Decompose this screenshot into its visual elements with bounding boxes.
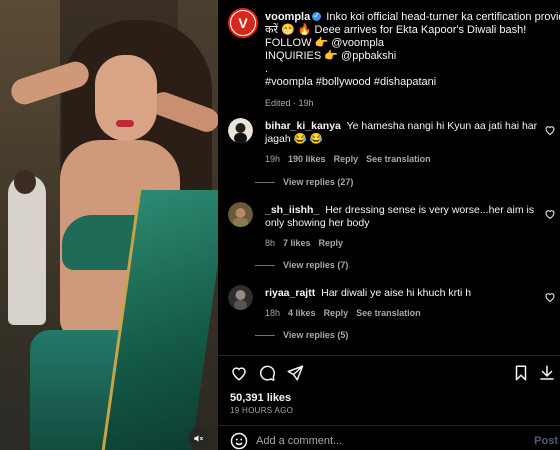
divider xyxy=(255,181,275,183)
media-figure xyxy=(116,120,134,127)
comment-time: 8h xyxy=(265,238,276,248)
heart-icon xyxy=(232,367,246,381)
share-button[interactable] xyxy=(284,362,306,384)
mute-button[interactable] xyxy=(188,428,208,448)
reply-button[interactable]: Reply xyxy=(324,307,349,320)
comment-likes[interactable]: 4 likes xyxy=(288,307,316,320)
bookmark-icon xyxy=(515,365,527,381)
heart-icon[interactable] xyxy=(544,291,556,303)
post-time[interactable]: 19 HOURS AGO xyxy=(230,406,293,415)
comment-username[interactable]: riyaa_rajtt xyxy=(265,287,315,299)
reply-button[interactable]: Reply xyxy=(334,153,359,166)
emoji-button[interactable] xyxy=(230,432,248,450)
post-panel: V voompla Inko koi official head-turner … xyxy=(218,0,560,450)
action-bar xyxy=(228,362,560,384)
edited-label: Edited · 19h xyxy=(265,98,314,108)
share-icon xyxy=(287,365,304,381)
view-replies-button[interactable]: View replies (27) xyxy=(255,177,353,187)
caption-line: FOLLOW 👉 @voompla xyxy=(265,37,385,49)
like-button[interactable] xyxy=(228,362,250,384)
comment-icon xyxy=(260,365,275,381)
view-replies-label: View replies (7) xyxy=(283,260,349,270)
caption-text: voompla Inko koi official head-turner ka… xyxy=(265,9,560,110)
add-comment-input[interactable] xyxy=(256,433,506,449)
verified-icon xyxy=(312,9,322,22)
mute-icon xyxy=(193,434,203,442)
avatar[interactable]: V xyxy=(228,8,258,38)
heart-icon[interactable] xyxy=(544,208,556,220)
caption-line: Inko koi official head-turner ka certifi… xyxy=(326,11,560,23)
avatar[interactable] xyxy=(228,118,253,143)
comments-scroll-area[interactable]: V voompla Inko koi official head-turner … xyxy=(218,0,560,355)
caption-line: INQUIRIES 👉 @ppbakshi xyxy=(265,50,397,62)
comment-body: _sh_iishh_ Her dressing sense is very wo… xyxy=(265,204,543,250)
reply-button[interactable]: Reply xyxy=(319,237,344,250)
divider xyxy=(218,355,560,356)
likes-count[interactable]: 50,391 likes xyxy=(230,392,291,404)
comment-time: 19h xyxy=(265,154,281,164)
comment-username[interactable]: _sh_iishh_ xyxy=(265,204,319,216)
divider xyxy=(255,334,275,336)
comment-text: Har diwali ye aise hi khuch krti h xyxy=(321,287,472,299)
save-button[interactable] xyxy=(510,362,532,384)
comment-time: 18h xyxy=(265,308,281,318)
comment-likes[interactable]: 190 likes xyxy=(288,153,326,166)
caption-line: #voompla #bollywood #dishapatani xyxy=(265,76,437,88)
view-replies-label: View replies (5) xyxy=(283,330,349,340)
view-replies-button[interactable]: View replies (7) xyxy=(255,260,348,270)
comment-body: bihar_ki_kanya Ye hamesha nangi hi Kyun … xyxy=(265,120,543,166)
emoji-icon xyxy=(230,432,248,450)
see-translation-button[interactable]: See translation xyxy=(356,307,421,320)
post-media[interactable] xyxy=(0,0,218,450)
view-replies-label: View replies (27) xyxy=(283,177,354,187)
comment-username[interactable]: bihar_ki_kanya xyxy=(265,120,341,132)
divider xyxy=(255,264,275,266)
media-figure xyxy=(8,175,46,325)
heart-icon[interactable] xyxy=(544,124,556,136)
comment-body: riyaa_rajtt Har diwali ye aise hi khuch … xyxy=(265,287,543,320)
view-replies-button[interactable]: View replies (5) xyxy=(255,330,348,340)
add-comment-row: Post xyxy=(230,432,560,450)
download-button[interactable] xyxy=(536,362,558,384)
avatar[interactable] xyxy=(228,285,253,310)
media-figure xyxy=(14,170,36,194)
caption-line: . xyxy=(265,63,269,75)
post-button[interactable]: Post xyxy=(534,435,558,447)
download-icon xyxy=(540,365,554,380)
media-figure xyxy=(95,55,157,141)
brand-logo: V xyxy=(231,11,255,35)
comment-likes[interactable]: 7 likes xyxy=(283,237,311,250)
post-username[interactable]: voompla xyxy=(265,11,310,23)
avatar[interactable] xyxy=(228,202,253,227)
comment-button[interactable] xyxy=(256,362,278,384)
caption-line: करें 😁 🔥 Deee arrives for Ekta Kapoor's … xyxy=(265,24,527,36)
divider xyxy=(218,425,560,426)
see-translation-button[interactable]: See translation xyxy=(366,153,431,166)
